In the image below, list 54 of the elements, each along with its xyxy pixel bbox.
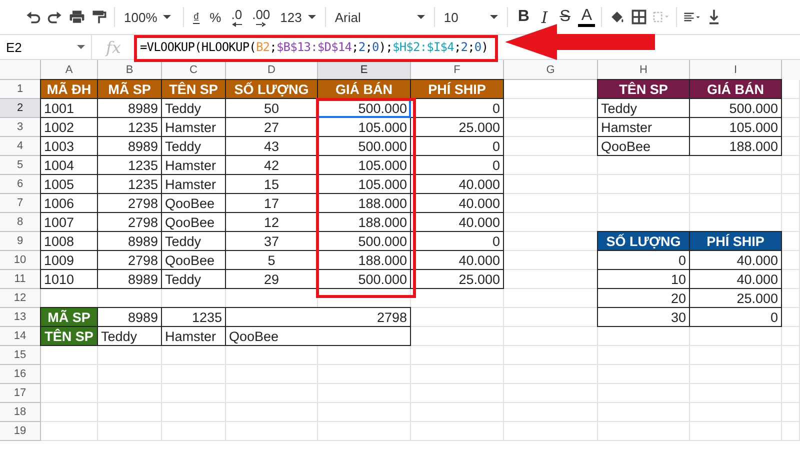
table-cell: 30 xyxy=(597,307,690,327)
header-cell: SỐ LƯỢNG xyxy=(225,79,318,99)
header-cell: TÊN SP xyxy=(161,79,226,99)
row-header[interactable]: 10 xyxy=(0,251,41,270)
fx-label: fx xyxy=(106,38,121,56)
header-cell: TÊN SP xyxy=(597,79,690,99)
header-cell: MÃ SP xyxy=(40,307,98,327)
increase-decimal-button[interactable]: .00 xyxy=(249,6,274,28)
table-cell: 25.000 xyxy=(410,269,504,289)
header-cell: GIÁ BÁN xyxy=(689,79,782,99)
row-header[interactable]: 2 xyxy=(0,99,41,118)
row-header[interactable]: 9 xyxy=(0,232,41,251)
row-header[interactable]: 15 xyxy=(0,346,41,365)
row-header[interactable]: 6 xyxy=(0,175,41,194)
row-header[interactable]: 19 xyxy=(0,422,41,441)
row-header[interactable]: 8 xyxy=(0,213,41,232)
table-cell: QooBee xyxy=(225,326,411,346)
row-header[interactable]: 3 xyxy=(0,118,41,137)
row-header[interactable]: 18 xyxy=(0,403,41,422)
row-header[interactable]: 5 xyxy=(0,156,41,175)
italic-button[interactable]: I xyxy=(537,6,552,28)
header-cell: TÊN SP xyxy=(40,326,98,346)
number-format-dropdown[interactable]: 123 xyxy=(277,8,319,26)
table-cell: 0 xyxy=(689,307,782,327)
row-header[interactable]: 11 xyxy=(0,270,41,289)
formula-input[interactable]: =VLOOKUP(HLOOKUP(B2;$B$13:$D$14;2;0);$H$2:$I$4;2;0) xyxy=(136,40,488,54)
table-cell: 2798 xyxy=(225,307,411,327)
text-color-button[interactable]: A xyxy=(578,8,596,26)
row-header[interactable]: 16 xyxy=(0,365,41,384)
decrease-decimal-button[interactable]: .0 xyxy=(228,6,246,28)
font-size-dropdown[interactable]: 10 xyxy=(440,8,501,26)
table-cell: 1010 xyxy=(40,269,98,289)
percent-button[interactable]: % xyxy=(206,8,224,26)
table-cell: 188.000 xyxy=(689,136,782,156)
font-dropdown[interactable]: Arial xyxy=(332,8,428,26)
row-header[interactable]: 12 xyxy=(0,289,41,308)
row-header[interactable]: 13 xyxy=(0,308,41,327)
header-cell: PHÍ SHIP xyxy=(410,79,504,99)
zoom-dropdown[interactable]: 100% xyxy=(121,8,177,26)
strikethrough-button[interactable]: S xyxy=(556,6,574,28)
row-header[interactable]: 14 xyxy=(0,327,41,346)
row-header[interactable]: 1 xyxy=(0,80,41,99)
header-cell: MÃ SP xyxy=(97,79,162,99)
row-header[interactable]: 4 xyxy=(0,137,41,156)
bold-button[interactable]: B xyxy=(514,6,534,28)
table-cell: QooBee xyxy=(597,136,690,156)
row-header[interactable]: 7 xyxy=(0,194,41,213)
column-header[interactable]: G xyxy=(504,60,598,80)
row-header[interactable]: 17 xyxy=(0,384,41,403)
header-cell: GIÁ BÁN xyxy=(317,79,411,99)
header-cell: SỐ LƯỢNG xyxy=(597,231,690,251)
currency-button[interactable]: ₫ xyxy=(190,8,203,26)
header-cell: MÃ ĐH xyxy=(40,79,98,99)
header-cell: PHÍ SHIP xyxy=(689,231,782,251)
